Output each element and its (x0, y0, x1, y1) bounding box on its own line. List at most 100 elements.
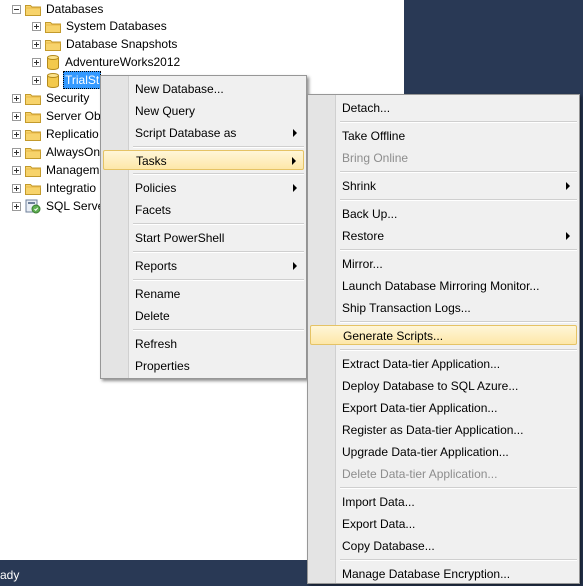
menu-item-label: Properties (135, 359, 190, 373)
menu-item-generate-scripts[interactable]: Generate Scripts... (310, 325, 577, 345)
status-text: ady (0, 568, 20, 582)
menu-separator (340, 121, 577, 123)
expand-icon[interactable] (32, 39, 41, 49)
menu-item-take-offline[interactable]: Take Offline (310, 126, 577, 146)
menu-separator (340, 559, 577, 561)
tree-node-system-databases[interactable]: System Databases (32, 17, 169, 35)
expand-icon[interactable] (12, 183, 21, 193)
expand-icon[interactable] (32, 21, 41, 31)
menu-item-properties[interactable]: Properties (103, 356, 304, 376)
menu-item-copy-database[interactable]: Copy Database... (310, 536, 577, 556)
expand-icon[interactable] (12, 147, 21, 157)
tree-node-management[interactable]: Managem (12, 161, 101, 179)
menu-item-policies[interactable]: Policies (103, 178, 304, 198)
menu-item-launch-mirroring-monitor[interactable]: Launch Database Mirroring Monitor... (310, 276, 577, 296)
menu-separator (133, 223, 304, 225)
menu-item-label: New Query (135, 104, 196, 118)
expand-icon[interactable] (32, 57, 41, 67)
menu-item-upgrade-data-tier[interactable]: Upgrade Data-tier Application... (310, 442, 577, 462)
tree-node-server-objects[interactable]: Server Ob (12, 107, 103, 125)
tree-node-adventureworks[interactable]: AdventureWorks2012 (32, 53, 182, 71)
tree-node-label: AlwaysOn (46, 145, 101, 159)
tree-node-trialst[interactable]: TrialSt (32, 71, 102, 89)
tree-node-security[interactable]: Security (12, 89, 91, 107)
tasks-submenu: Detach... Take Offline Bring Online Shri… (307, 94, 580, 584)
tree-node-label: Integratio (46, 181, 97, 195)
submenu-arrow-icon (293, 262, 297, 270)
menu-item-label: Tasks (136, 154, 167, 168)
menu-separator (340, 487, 577, 489)
menu-item-delete-data-tier: Delete Data-tier Application... (310, 464, 577, 484)
menu-item-detach[interactable]: Detach... (310, 98, 577, 118)
tree-node-label: AdventureWorks2012 (65, 55, 181, 69)
tree-node-sql-server-agent[interactable]: SQL Serve (12, 197, 106, 215)
menu-item-label: Rename (135, 287, 181, 301)
submenu-arrow-icon (293, 184, 297, 192)
menu-item-shrink[interactable]: Shrink (310, 176, 577, 196)
menu-item-rename[interactable]: Rename (103, 284, 304, 304)
tree-node-database-snapshots[interactable]: Database Snapshots (32, 35, 179, 53)
menu-item-extract-data-tier[interactable]: Extract Data-tier Application... (310, 354, 577, 374)
menu-item-label: Ship Transaction Logs... (342, 301, 471, 315)
tree-node-label: Server Ob (46, 109, 101, 123)
expand-icon[interactable] (12, 201, 21, 211)
sql-agent-icon (25, 199, 41, 214)
folder-icon (45, 21, 61, 33)
tree-node-label: Databases (46, 2, 104, 16)
tree-node-label: System Databases (66, 19, 167, 33)
menu-item-label: Copy Database... (342, 539, 435, 553)
expand-icon[interactable] (12, 129, 21, 139)
folder-icon (25, 93, 41, 105)
menu-item-back-up[interactable]: Back Up... (310, 204, 577, 224)
menu-separator (340, 249, 577, 251)
expand-icon[interactable] (12, 93, 21, 103)
tree-node-alwayson[interactable]: AlwaysOn (12, 143, 102, 161)
menu-item-label: Manage Database Encryption... (342, 567, 511, 581)
menu-item-label: Take Offline (342, 129, 406, 143)
menu-item-tasks[interactable]: Tasks (103, 150, 304, 170)
menu-item-label: Bring Online (342, 151, 409, 165)
menu-item-restore[interactable]: Restore (310, 226, 577, 246)
menu-item-deploy-to-sql-azure[interactable]: Deploy Database to SQL Azure... (310, 376, 577, 396)
menu-separator (340, 171, 577, 173)
menu-item-start-powershell[interactable]: Start PowerShell (103, 228, 304, 248)
tree-node-label-selected: TrialSt (63, 71, 102, 89)
menu-item-label: Reports (135, 259, 178, 273)
menu-item-delete[interactable]: Delete (103, 306, 304, 326)
expand-icon[interactable] (12, 165, 21, 175)
menu-item-import-data[interactable]: Import Data... (310, 492, 577, 512)
menu-item-new-query[interactable]: New Query (103, 101, 304, 121)
menu-item-register-data-tier[interactable]: Register as Data-tier Application... (310, 420, 577, 440)
tree-node-integration[interactable]: Integratio (12, 179, 98, 197)
menu-item-mirror[interactable]: Mirror... (310, 254, 577, 274)
menu-item-label: Facets (135, 203, 172, 217)
database-icon (47, 54, 59, 70)
tree-node-label: Database Snapshots (66, 37, 178, 51)
menu-item-facets[interactable]: Facets (103, 200, 304, 220)
folder-icon (25, 147, 41, 159)
menu-item-export-data-tier[interactable]: Export Data-tier Application... (310, 398, 577, 418)
menu-item-ship-transaction-logs[interactable]: Ship Transaction Logs... (310, 298, 577, 318)
menu-separator (340, 349, 577, 351)
menu-item-label: Start PowerShell (135, 231, 225, 245)
tree-node-label: SQL Serve (46, 199, 105, 213)
tree-node-databases[interactable]: Databases (12, 0, 105, 18)
expand-icon[interactable] (12, 111, 21, 121)
menu-item-label: Launch Database Mirroring Monitor... (342, 279, 540, 293)
menu-item-manage-encryption[interactable]: Manage Database Encryption... (310, 564, 577, 584)
collapse-icon[interactable] (12, 4, 21, 14)
menu-item-reports[interactable]: Reports (103, 256, 304, 276)
menu-item-new-database[interactable]: New Database... (103, 79, 304, 99)
submenu-arrow-icon (292, 157, 296, 165)
submenu-arrow-icon (566, 232, 570, 240)
menu-item-export-data[interactable]: Export Data... (310, 514, 577, 534)
menu-item-bring-online: Bring Online (310, 148, 577, 168)
tree-node-replication[interactable]: Replicatio (12, 125, 101, 143)
menu-item-label: New Database... (135, 82, 224, 96)
menu-separator (133, 251, 304, 253)
menu-item-script-database-as[interactable]: Script Database as (103, 123, 304, 143)
expand-icon[interactable] (32, 75, 41, 85)
menu-item-label: Back Up... (342, 207, 398, 221)
menu-item-refresh[interactable]: Refresh (103, 334, 304, 354)
submenu-arrow-icon (566, 182, 570, 190)
